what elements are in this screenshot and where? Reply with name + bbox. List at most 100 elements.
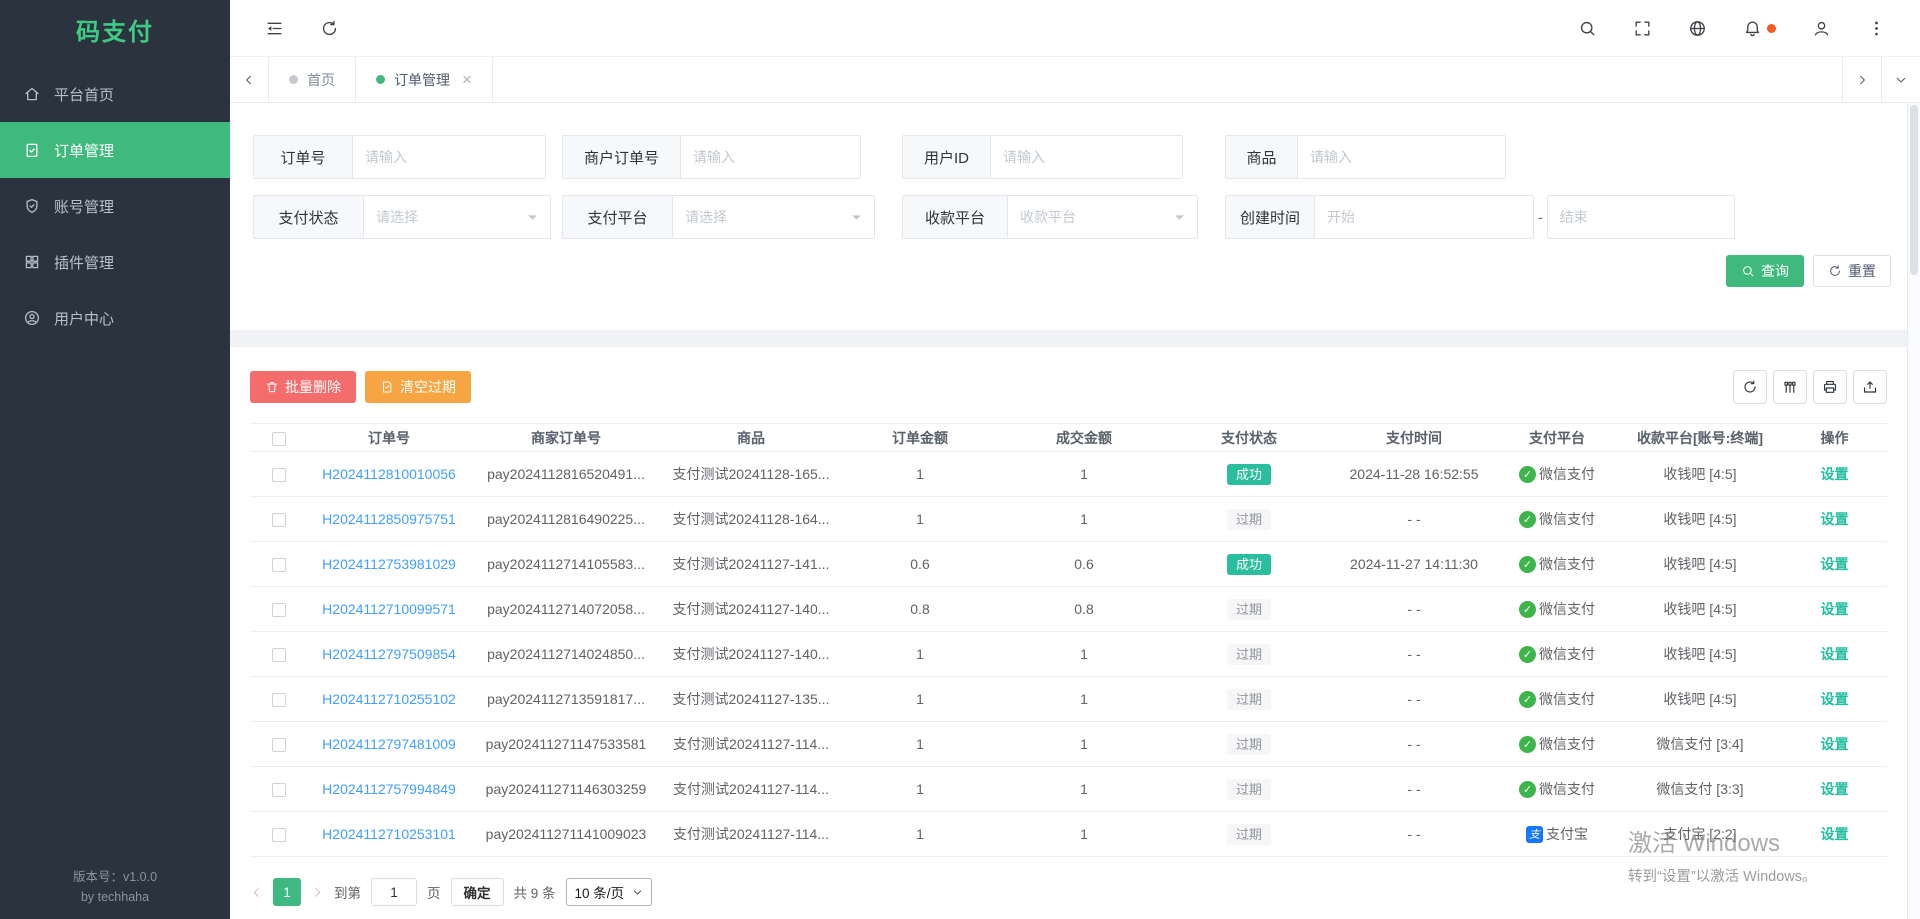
refresh-icon bbox=[1742, 379, 1758, 395]
tabs-scroll-left[interactable] bbox=[230, 57, 269, 102]
order-no-link[interactable]: H2024112850975751 bbox=[322, 511, 456, 527]
refresh-page-button[interactable] bbox=[320, 19, 339, 38]
next-page-button[interactable] bbox=[311, 886, 324, 899]
refresh-icon bbox=[320, 19, 339, 38]
status-badge: 成功 bbox=[1227, 554, 1271, 575]
clear-expired-label: 清空过期 bbox=[400, 377, 456, 397]
user-button[interactable] bbox=[1812, 19, 1831, 38]
row-checkbox[interactable] bbox=[272, 468, 286, 482]
tabs-menu-toggle[interactable] bbox=[1881, 57, 1920, 102]
wechat-icon bbox=[1519, 601, 1536, 618]
language-button[interactable] bbox=[1688, 19, 1707, 38]
more-menu-button[interactable] bbox=[1867, 19, 1886, 38]
product-name: 支付测试20241128-165... bbox=[662, 464, 840, 484]
sidebar-item[interactable]: 插件管理 bbox=[0, 234, 230, 290]
order-no-link[interactable]: H2024112710099571 bbox=[322, 601, 456, 617]
filter-label: 支付状态 bbox=[253, 195, 363, 239]
col-platform: 支付平台 bbox=[1498, 428, 1616, 448]
order-no-link[interactable]: H2024112710255102 bbox=[322, 691, 456, 707]
settings-link[interactable]: 设置 bbox=[1821, 511, 1849, 527]
pay-status-select[interactable]: 请选择 bbox=[363, 195, 551, 239]
row-checkbox[interactable] bbox=[272, 513, 286, 527]
column-settings-button[interactable] bbox=[1773, 370, 1807, 404]
filter-label: 订单号 bbox=[253, 135, 352, 179]
date-end-input[interactable] bbox=[1547, 195, 1735, 239]
tab-orders[interactable]: 订单管理 × bbox=[356, 57, 493, 102]
row-checkbox[interactable] bbox=[272, 693, 286, 707]
page-size-select[interactable]: 10 条/页 bbox=[566, 878, 653, 906]
date-start-input[interactable] bbox=[1314, 195, 1534, 239]
settings-link[interactable]: 设置 bbox=[1821, 556, 1849, 572]
row-checkbox[interactable] bbox=[272, 783, 286, 797]
search-button[interactable] bbox=[1578, 19, 1597, 38]
row-checkbox[interactable] bbox=[272, 738, 286, 752]
scrollbar-thumb[interactable] bbox=[1910, 105, 1918, 275]
row-checkbox[interactable] bbox=[272, 558, 286, 572]
jump-page-input[interactable] bbox=[371, 878, 417, 906]
settings-link[interactable]: 设置 bbox=[1821, 736, 1849, 752]
order-no-link[interactable]: H2024112757994849 bbox=[322, 781, 456, 797]
order-no-link[interactable]: H2024112753981029 bbox=[322, 556, 456, 572]
batch-delete-button[interactable]: 批量删除 bbox=[250, 371, 356, 403]
settings-link[interactable]: 设置 bbox=[1821, 601, 1849, 617]
sidebar-item[interactable]: 订单管理 bbox=[0, 122, 230, 178]
order-amount: 1 bbox=[840, 736, 1000, 752]
row-checkbox[interactable] bbox=[272, 603, 286, 617]
reset-icon bbox=[1828, 264, 1842, 278]
jump-confirm-button[interactable]: 确定 bbox=[451, 878, 504, 906]
fullscreen-button[interactable] bbox=[1633, 19, 1652, 38]
date-separator: - bbox=[1534, 195, 1547, 239]
order-no-input[interactable] bbox=[352, 135, 546, 179]
tab-home[interactable]: 首页 bbox=[269, 57, 356, 102]
settings-link[interactable]: 设置 bbox=[1821, 466, 1849, 482]
product-input[interactable] bbox=[1297, 135, 1506, 179]
merchant-no-input[interactable] bbox=[680, 135, 861, 179]
recv-platform-select[interactable]: 收款平台 bbox=[1007, 195, 1198, 239]
table-row: H2024112797481009 pay202411271147533581 … bbox=[250, 722, 1887, 767]
settings-link[interactable]: 设置 bbox=[1821, 781, 1849, 797]
batch-delete-label: 批量删除 bbox=[285, 377, 341, 397]
notifications-button[interactable] bbox=[1743, 19, 1776, 38]
col-account: 收款平台[账号:终端] bbox=[1616, 428, 1784, 448]
close-tab-icon[interactable]: × bbox=[462, 71, 472, 88]
sidebar-item[interactable]: 平台首页 bbox=[0, 66, 230, 122]
search-icon bbox=[1741, 264, 1755, 278]
user-id-input[interactable] bbox=[990, 135, 1183, 179]
row-checkbox[interactable] bbox=[272, 828, 286, 842]
order-no-link[interactable]: H2024112710253101 bbox=[322, 826, 456, 842]
status-badge: 过期 bbox=[1227, 824, 1271, 845]
merchant-order-no: pay202411271146303259 bbox=[470, 781, 662, 797]
settings-link[interactable]: 设置 bbox=[1821, 691, 1849, 707]
menu-icon bbox=[23, 309, 41, 327]
row-checkbox[interactable] bbox=[272, 648, 286, 662]
collapse-menu-button[interactable] bbox=[265, 19, 284, 38]
tabs-scroll-right[interactable] bbox=[1842, 57, 1881, 102]
order-no-link[interactable]: H2024112797481009 bbox=[322, 736, 456, 752]
select-all-checkbox[interactable] bbox=[272, 432, 286, 446]
sidebar-item[interactable]: 用户中心 bbox=[0, 290, 230, 346]
scrollbar[interactable] bbox=[1907, 103, 1920, 919]
table-refresh-button[interactable] bbox=[1733, 370, 1767, 404]
clear-expired-button[interactable]: 清空过期 bbox=[365, 371, 471, 403]
print-button[interactable] bbox=[1813, 370, 1847, 404]
sidebar-item-label: 订单管理 bbox=[54, 140, 114, 161]
search-submit-button[interactable]: 查询 bbox=[1726, 255, 1804, 287]
filter-merchant-no: 商户订单号 bbox=[562, 135, 861, 179]
wechat-icon bbox=[1519, 466, 1536, 483]
wechat-icon bbox=[1519, 511, 1536, 528]
order-no-link[interactable]: H2024112797509854 bbox=[322, 646, 456, 662]
wechat-icon bbox=[1519, 781, 1536, 798]
reset-button[interactable]: 重置 bbox=[1813, 255, 1891, 287]
page-number-active[interactable]: 1 bbox=[273, 878, 301, 906]
settings-link[interactable]: 设置 bbox=[1821, 826, 1849, 842]
platform-name: 微信支付 bbox=[1539, 644, 1595, 664]
prev-page-button[interactable] bbox=[250, 886, 263, 899]
pay-platform-select[interactable]: 请选择 bbox=[672, 195, 875, 239]
sidebar-item[interactable]: 账号管理 bbox=[0, 178, 230, 234]
recv-account: 收钱吧 [4:5] bbox=[1616, 554, 1784, 574]
filter-label: 收款平台 bbox=[902, 195, 1007, 239]
printer-icon bbox=[1822, 379, 1838, 395]
order-no-link[interactable]: H2024112810010056 bbox=[322, 466, 456, 482]
settings-link[interactable]: 设置 bbox=[1821, 646, 1849, 662]
export-button[interactable] bbox=[1853, 370, 1887, 404]
